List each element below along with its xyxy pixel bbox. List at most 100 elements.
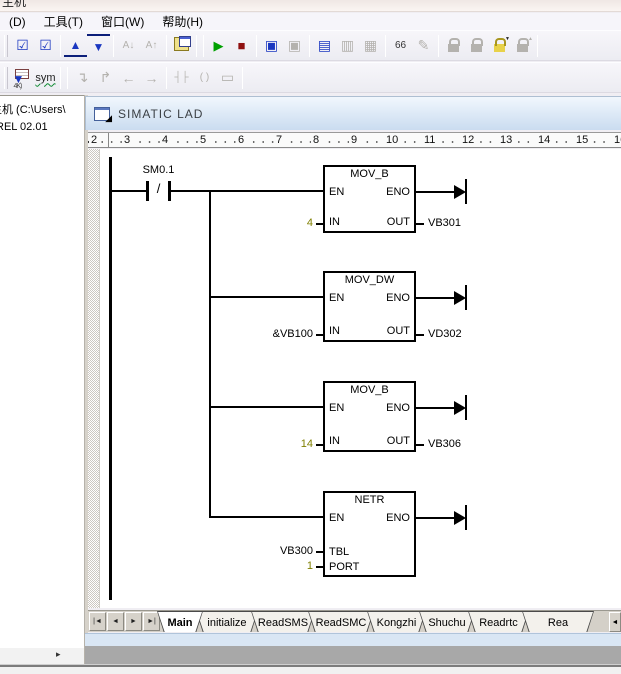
rung-continuation-arrow <box>416 393 474 421</box>
status-monitor-glasses-icon[interactable]: 66 <box>389 34 412 57</box>
write-values-pen-icon[interactable]: ✎ <box>412 34 435 57</box>
insert-left-icon[interactable]: ← <box>117 66 140 89</box>
wire <box>171 190 323 192</box>
insert-coil-icon[interactable]: ( ) <box>193 66 216 89</box>
tab-main[interactable]: Main <box>157 611 203 632</box>
operand-out-value[interactable]: VB306 <box>428 438 461 450</box>
menu-item-window[interactable]: 窗口(W) <box>92 13 153 30</box>
pin-en: EN <box>329 292 344 304</box>
pin-eno: ENO <box>386 402 410 414</box>
pin-in: IN <box>329 216 340 228</box>
sort-descending-icon[interactable]: A↑ <box>140 34 163 57</box>
contact-operand[interactable]: SM0.1 <box>126 164 191 176</box>
tab-shuchu[interactable]: Shuchu <box>419 611 475 632</box>
ruler-mark: 15 <box>574 134 590 146</box>
lock-disabled-icon[interactable] <box>442 34 465 57</box>
ruler-mark: 10 <box>384 134 400 146</box>
insert-down-icon[interactable]: ↴ <box>71 66 94 89</box>
symbolic-addressing-icon[interactable]: sym <box>34 66 57 89</box>
tab-rea[interactable]: Rea <box>522 611 594 632</box>
ruler-mark: 8 <box>311 134 321 146</box>
toolbar-grabber[interactable] <box>4 67 8 89</box>
run-icon[interactable]: ▶ <box>207 34 230 57</box>
lock-up-icon[interactable]: ▲ <box>511 34 534 57</box>
ruler-mark: 13 <box>498 134 514 146</box>
tab-readsmc[interactable]: ReadSMC <box>308 611 374 632</box>
tab-initialize[interactable]: initialize <box>196 611 258 632</box>
power-rail <box>109 157 112 600</box>
project-tree-panel[interactable]: 主机 (C:\Users\ REL 02.01 <box>0 95 84 648</box>
unlock-menu-icon[interactable]: ▼ <box>488 34 511 57</box>
operand-out-value[interactable]: VD302 <box>428 328 462 340</box>
ruler-mark: 12 <box>460 134 476 146</box>
pin-tick <box>316 551 323 553</box>
chart-status-icon[interactable]: ▤ <box>313 34 336 57</box>
sort-ascending-icon[interactable]: A↓ <box>117 34 140 57</box>
ruler-mark: 14 <box>536 134 552 146</box>
cpu-release-label[interactable]: REL 02.01 <box>0 121 48 133</box>
instruction-block-mov-b-2[interactable]: MOV_B EN ENO IN OUT <box>323 381 416 452</box>
tab-first-button[interactable]: |◄ <box>89 612 106 631</box>
menu-item-debug[interactable]: (D) <box>0 15 35 29</box>
operand-in-value[interactable]: &VB100 <box>243 328 313 340</box>
block-title: MOV_B <box>325 384 414 396</box>
pin-out: OUT <box>387 325 410 337</box>
scroll-right-arrow-icon[interactable]: ▸ <box>56 649 61 660</box>
insert-box-icon[interactable]: ▭ <box>216 66 239 89</box>
wire <box>111 190 147 192</box>
pou-tabbar: |◄ ◄ ► ►| Main initialize ReadSMS ReadSM… <box>88 610 621 632</box>
pin-port: PORT <box>329 561 359 573</box>
pin-tick <box>316 566 323 568</box>
tab-readsms[interactable]: ReadSMS <box>251 611 315 632</box>
download-icon[interactable]: ▼ <box>87 34 110 57</box>
insert-contact-icon[interactable]: ┤├ <box>170 66 193 89</box>
toolbar-grabber[interactable] <box>4 35 8 57</box>
compile-icon[interactable]: ☑ <box>11 34 34 57</box>
menu-item-help[interactable]: 帮助(H) <box>153 13 212 30</box>
instruction-block-mov-b-1[interactable]: MOV_B EN ENO IN OUT <box>323 165 416 233</box>
tab-next-button[interactable]: ► <box>125 612 142 631</box>
trend-view-icon[interactable]: ▦ <box>359 34 382 57</box>
insert-right-icon[interactable]: → <box>140 66 163 89</box>
rung-continuation-arrow <box>416 503 474 531</box>
project-path-label[interactable]: 主机 (C:\Users\ <box>0 101 66 117</box>
operand-tbl-value[interactable]: VB300 <box>243 545 313 557</box>
operand-in-value[interactable]: 4 <box>243 217 313 229</box>
pin-tbl: TBL <box>329 546 349 558</box>
operand-out-value[interactable]: VB301 <box>428 217 461 229</box>
tab-last-button[interactable]: ►| <box>143 612 160 631</box>
document-titlebar: ◢ SIMATIC LAD <box>85 96 621 130</box>
ruler-mark: 11 <box>422 134 437 146</box>
tab-readrtc[interactable]: Readrtc <box>468 611 529 632</box>
instruction-block-netr[interactable]: NETR EN ENO TBL PORT <box>323 491 416 577</box>
program-status-icon[interactable]: ▣ <box>260 34 283 57</box>
status-table-icon[interactable]: ▥ <box>336 34 359 57</box>
lad-editor-canvas[interactable]: SM0.1 / MOV_B EN ENO IN OUT 4 VB301 MOV_… <box>88 149 621 608</box>
stop-icon[interactable]: ■ <box>230 34 253 57</box>
bookmark-caption: 4K) <box>14 83 22 90</box>
pin-tick <box>316 223 323 225</box>
pause-program-status-icon[interactable]: ▣ <box>283 34 306 57</box>
operand-port-value[interactable]: 1 <box>243 560 313 572</box>
tab-scroll-left-button[interactable]: ◄ <box>609 612 621 632</box>
pin-out: OUT <box>387 216 410 228</box>
network-gutter <box>88 149 100 608</box>
unlock-disabled-icon[interactable] <box>465 34 488 57</box>
tab-prev-button[interactable]: ◄ <box>107 612 124 631</box>
tab-kongzhi[interactable]: Kongzhi <box>367 611 426 632</box>
bookmark-address-icon[interactable]: ▼ 4K) <box>11 66 34 89</box>
operand-in-value[interactable]: 14 <box>243 438 313 450</box>
pin-tick <box>416 444 424 446</box>
insert-up-icon[interactable]: ↱ <box>94 66 117 89</box>
pin-en: EN <box>329 402 344 414</box>
page-options-icon[interactable] <box>170 34 193 57</box>
upload-icon[interactable]: ▲ <box>64 34 87 57</box>
ruler-mark: 2 <box>89 134 99 146</box>
instruction-block-mov-dw[interactable]: MOV_DW EN ENO IN OUT <box>323 271 416 342</box>
compile-all-icon[interactable]: ☑ <box>34 34 57 57</box>
main-toolbar: ☑ ☑ ▲ ▼ A↓ A↑ ▶ ■ ▣ ▣ ▤ ▥ ▦ 66 ✎ ▼ ▲ <box>0 30 621 61</box>
window-title: 主机 <box>2 0 26 10</box>
statusbar-area <box>0 667 621 674</box>
left-panel-hscroll[interactable]: ▸ <box>0 648 84 664</box>
menu-item-tools[interactable]: 工具(T) <box>35 13 92 30</box>
